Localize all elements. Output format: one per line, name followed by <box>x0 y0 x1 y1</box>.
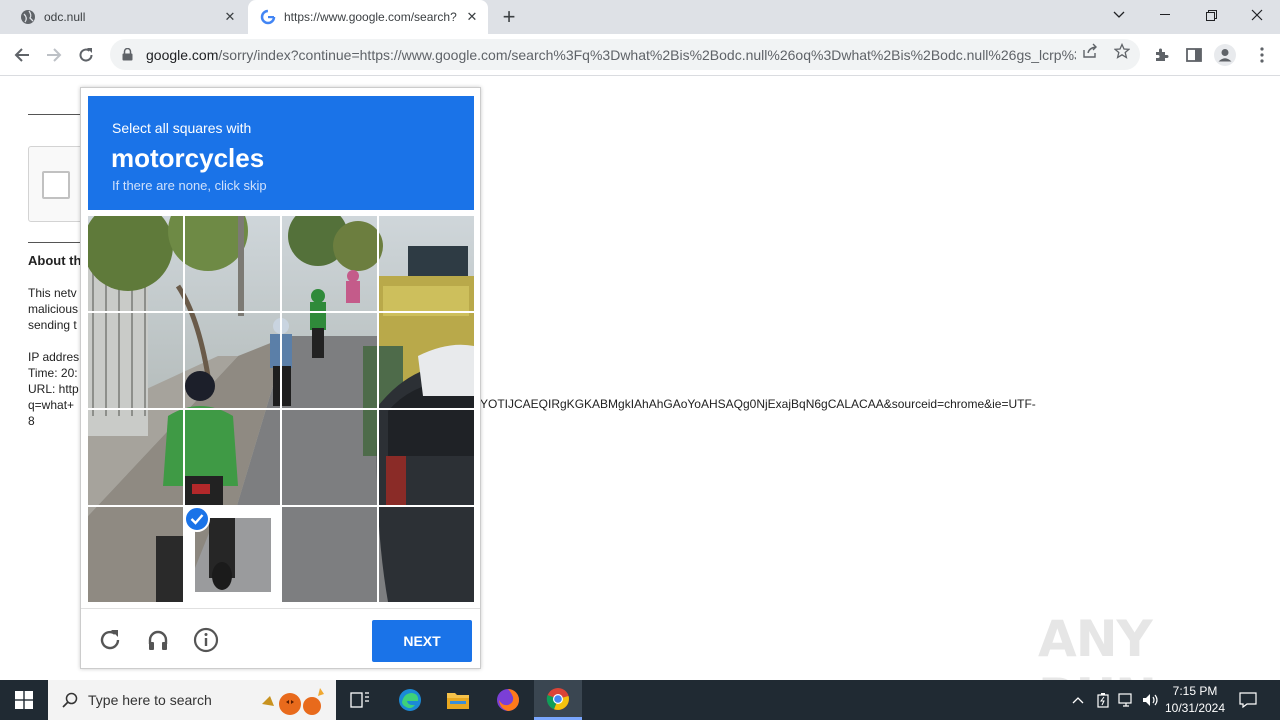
minimize-button[interactable] <box>1142 0 1188 30</box>
share-icon[interactable] <box>1080 41 1100 61</box>
challenge-footer: NEXT <box>81 608 480 668</box>
about-paragraph: This netv malicious sending t <box>28 285 78 333</box>
grid-cell-15[interactable] <box>282 507 377 602</box>
info-line: Time: 20: <box>28 366 78 380</box>
search-icon <box>60 692 80 708</box>
info-line: URL: http <box>28 382 79 396</box>
info-line: 8 <box>28 414 35 428</box>
search-placeholder: Type here to search <box>88 692 212 708</box>
grid-cell-11[interactable] <box>282 410 377 505</box>
close-tab-icon[interactable]: ✕ <box>462 7 482 27</box>
volume-icon[interactable] <box>1140 680 1162 720</box>
about-heading: About th <box>28 253 81 269</box>
url-text[interactable]: google.com/sorry/index?continue=https://… <box>146 47 1076 63</box>
more-menu-icon[interactable] <box>1251 44 1273 66</box>
close-window-button[interactable] <box>1234 0 1280 30</box>
paragraph-line: This netv <box>28 286 77 300</box>
tab-title: https://www.google.com/search? <box>284 10 457 24</box>
chevron-up-icon[interactable] <box>1068 680 1088 720</box>
paragraph-line: sending t <box>28 318 77 332</box>
tab-strip: odc.null ✕ https://www.google.com/search… <box>0 0 1280 34</box>
challenge-banner: Select all squares with motorcycles If t… <box>88 96 474 210</box>
url-path: /sorry/index?continue=https://www.google… <box>218 46 1076 63</box>
reload-icon[interactable] <box>73 42 99 68</box>
halloween-pumpkins-icon <box>262 688 324 715</box>
next-button[interactable]: NEXT <box>372 620 472 662</box>
lock-icon[interactable] <box>120 48 134 61</box>
globe-icon <box>20 9 36 25</box>
grid-cell-6[interactable] <box>185 313 280 408</box>
grid-cell-4[interactable] <box>379 216 474 311</box>
network-icon[interactable] <box>1116 680 1138 720</box>
instruction-text: Select all squares with <box>112 120 252 136</box>
forward-icon[interactable] <box>41 42 67 68</box>
grid-cell-14-selected[interactable] <box>183 505 281 602</box>
headphones-icon[interactable] <box>144 626 172 654</box>
taskbar-search-box[interactable]: Type here to search <box>48 680 336 720</box>
windows-taskbar: Type here to search 7:15 PM 10/31/2024 <box>0 680 1280 720</box>
side-panel-icon[interactable] <box>1183 44 1205 66</box>
address-bar[interactable]: google.com/sorry/index?continue=https://… <box>110 39 1140 70</box>
image-grid <box>88 216 474 602</box>
bookmark-star-icon[interactable] <box>1112 41 1132 61</box>
grid-cell-7[interactable] <box>282 313 377 408</box>
grid-cell-2[interactable] <box>185 216 280 311</box>
url-tail-text: YOTIJCAEQIRgKGKABMgkIAhAhGAoYoAHSAQg0NjE… <box>480 397 1036 411</box>
close-tab-icon[interactable]: ✕ <box>220 7 240 27</box>
recaptcha-challenge: Select all squares with motorcycles If t… <box>80 87 481 669</box>
grid-cell-10[interactable] <box>185 410 280 505</box>
notifications-icon[interactable] <box>1234 680 1262 720</box>
tab-odc-null[interactable]: odc.null ✕ <box>8 0 246 34</box>
grid-cell-12[interactable] <box>379 410 474 505</box>
firefox-icon[interactable] <box>484 680 532 720</box>
edge-icon[interactable] <box>386 680 434 720</box>
recaptcha-checkbox[interactable] <box>42 171 70 199</box>
profile-avatar-icon[interactable] <box>1214 44 1236 66</box>
google-icon <box>260 9 276 25</box>
clock-time: 7:15 PM <box>1172 684 1218 698</box>
tab-google-search[interactable]: https://www.google.com/search? ✕ <box>248 0 488 34</box>
grid-cell-9[interactable] <box>88 410 183 505</box>
info-icon[interactable] <box>192 626 220 654</box>
back-icon[interactable] <box>9 42 35 68</box>
grid-cell-16[interactable] <box>379 507 474 602</box>
request-info: IP addres Time: 20: URL: http q=what+ 8 <box>28 349 79 429</box>
windows-start-icon[interactable] <box>0 680 48 720</box>
restore-button[interactable] <box>1188 0 1234 30</box>
target-text: motorcycles <box>111 143 265 173</box>
recaptcha-widget <box>28 146 88 222</box>
grid-cell-1[interactable] <box>88 216 183 311</box>
battery-icon[interactable] <box>1092 680 1114 720</box>
system-clock[interactable]: 7:15 PM 10/31/2024 <box>1160 683 1230 717</box>
info-line: IP addres <box>28 350 80 364</box>
clock-date: 10/31/2024 <box>1164 701 1226 715</box>
reload-icon[interactable] <box>96 626 124 654</box>
grid-cell-3[interactable] <box>282 216 377 311</box>
chevron-down-icon[interactable] <box>1096 0 1142 30</box>
hint-text: If there are none, click skip <box>112 178 267 193</box>
new-tab-button[interactable]: + <box>497 4 521 29</box>
chrome-icon[interactable] <box>534 680 582 720</box>
paragraph-line: malicious <box>28 302 79 316</box>
check-icon <box>184 506 210 532</box>
divider <box>28 242 80 243</box>
about-heading-text: About th <box>28 253 82 268</box>
selected-cell-image <box>195 518 271 592</box>
tab-title: odc.null <box>44 10 86 24</box>
file-explorer-icon[interactable] <box>434 680 482 720</box>
url-host: google.com <box>146 46 219 63</box>
grid-cell-8[interactable] <box>379 313 474 408</box>
grid-cell-13[interactable] <box>88 507 183 602</box>
info-line: q=what+ <box>28 398 75 412</box>
browser-toolbar: google.com/sorry/index?continue=https://… <box>0 34 1280 76</box>
grid-cell-5[interactable] <box>88 313 183 408</box>
task-view-icon[interactable] <box>336 680 384 720</box>
divider <box>28 114 80 115</box>
extensions-icon[interactable] <box>1151 44 1173 66</box>
